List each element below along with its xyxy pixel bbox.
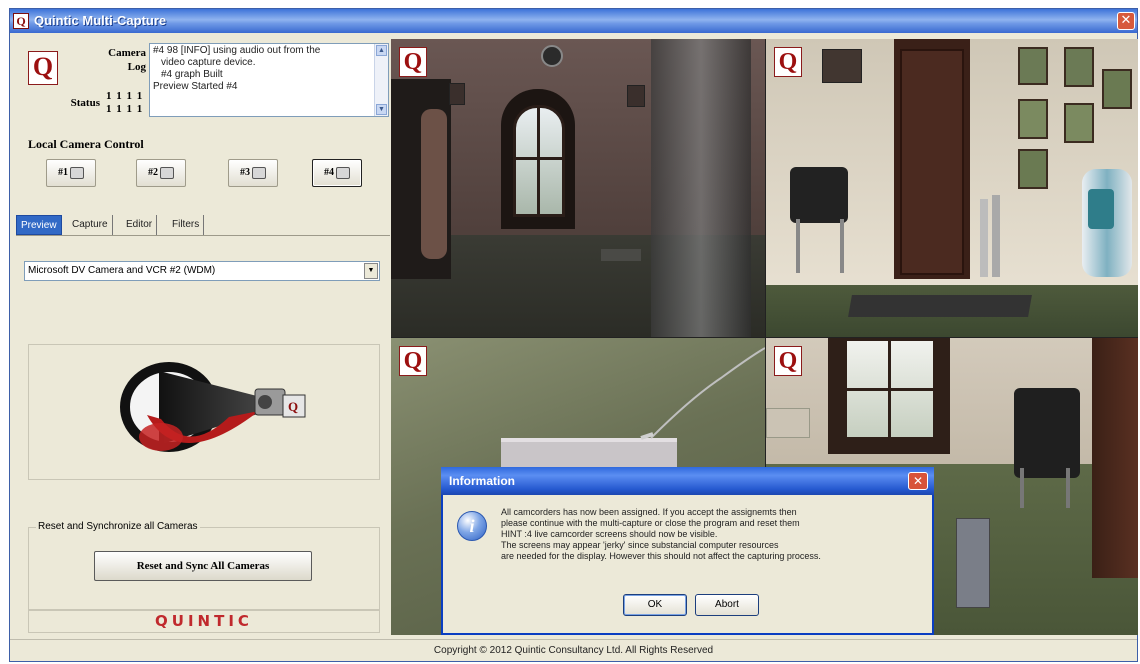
tab-preview[interactable]: Preview bbox=[16, 215, 62, 235]
info-icon: i bbox=[457, 511, 487, 541]
log-line: video capture device. bbox=[161, 57, 256, 68]
quintic-q-logo: Q bbox=[28, 51, 58, 85]
status-row-1: 1 1 1 1 bbox=[106, 90, 144, 102]
camera-device-select[interactable]: Microsoft DV Camera and VCR #2 (WDM) ▼ bbox=[24, 261, 380, 281]
camera-4-q-logo: Q bbox=[774, 346, 802, 376]
abort-button[interactable]: Abort bbox=[695, 594, 759, 616]
camera-label: Camera bbox=[108, 47, 146, 59]
tab-filters[interactable]: Filters bbox=[168, 215, 205, 235]
svg-text:Q: Q bbox=[288, 399, 298, 414]
scroll-up-icon[interactable]: ▲ bbox=[376, 45, 387, 56]
camera-4-button[interactable]: #4 bbox=[312, 159, 362, 187]
camcorder-icon bbox=[70, 166, 84, 179]
quintic-logo-panel: Q bbox=[28, 344, 380, 480]
camera-view-1[interactable]: Q bbox=[391, 39, 765, 337]
log-line: #4 98 [INFO] using audio out from the bbox=[153, 45, 321, 56]
dialog-message-line: are needed for the display. However this… bbox=[501, 551, 821, 561]
dialog-message: All camcorders has now been assigned. If… bbox=[501, 507, 921, 562]
camera-2-q-logo: Q bbox=[774, 47, 802, 77]
window-close-button[interactable]: ✕ bbox=[1117, 12, 1135, 30]
scroll-down-icon[interactable]: ▼ bbox=[376, 104, 387, 115]
camcorder-icon bbox=[252, 166, 266, 179]
quintic-brand-banner: QUINTIC bbox=[28, 609, 380, 633]
camera-view-2[interactable]: Q bbox=[766, 39, 1138, 337]
quintic-camera-logo-icon: Q bbox=[120, 362, 306, 452]
camera-2-button[interactable]: #2 bbox=[136, 159, 186, 187]
information-dialog: Information ✕ i All camcorders has now b… bbox=[441, 467, 934, 635]
reset-sync-group-label: Reset and Synchronize all Cameras bbox=[36, 521, 200, 532]
log-textbox[interactable]: #4 98 [INFO] using audio out from the vi… bbox=[149, 43, 389, 117]
camera-3-button[interactable]: #3 bbox=[228, 159, 278, 187]
tab-editor[interactable]: Editor bbox=[122, 215, 158, 235]
camera-1-button[interactable]: #1 bbox=[46, 159, 96, 187]
camcorder-icon bbox=[336, 166, 350, 179]
camera-1-q-logo: Q bbox=[399, 47, 427, 77]
title-bar[interactable]: Q Quintic Multi-Capture ✕ bbox=[10, 9, 1137, 33]
tab-capture[interactable]: Capture bbox=[68, 215, 113, 235]
app-logo-icon: Q bbox=[13, 13, 29, 29]
dialog-message-line: All camcorders has now been assigned. If… bbox=[501, 507, 797, 517]
status-label: Status bbox=[70, 97, 100, 109]
log-line: Preview Started #4 bbox=[153, 81, 238, 92]
window-title: Quintic Multi-Capture bbox=[34, 13, 167, 28]
dialog-message-line: please continue with the multi-capture o… bbox=[501, 518, 800, 528]
copyright-footer: Copyright © 2012 Quintic Consultancy Ltd… bbox=[10, 639, 1137, 661]
status-row-2: 1 1 1 1 bbox=[106, 103, 144, 115]
dialog-title: Information bbox=[449, 474, 515, 488]
log-line: #4 graph Built bbox=[161, 69, 223, 80]
dialog-title-bar[interactable]: Information ✕ bbox=[441, 467, 934, 495]
camera-3-q-logo: Q bbox=[399, 346, 427, 376]
left-panel: Q Camera Log Status 1 1 1 1 1 1 1 1 #4 9… bbox=[10, 39, 390, 635]
log-text: #4 98 [INFO] using audio out from the vi… bbox=[153, 45, 371, 93]
log-scrollbar[interactable]: ▲ ▼ bbox=[374, 44, 388, 116]
dialog-close-button[interactable]: ✕ bbox=[908, 472, 928, 490]
reset-sync-all-button[interactable]: Reset and Sync All Cameras bbox=[94, 551, 312, 581]
local-camera-control-label: Local Camera Control bbox=[28, 137, 144, 151]
log-label: Log bbox=[127, 61, 146, 73]
ok-button[interactable]: OK bbox=[623, 594, 687, 616]
camcorder-icon bbox=[160, 166, 174, 179]
dropdown-arrow-icon[interactable]: ▼ bbox=[364, 263, 378, 279]
dialog-message-line: HINT :4 live camcorder screens should no… bbox=[501, 529, 718, 539]
dialog-message-line: The screens may appear 'jerky' since sub… bbox=[501, 540, 779, 550]
